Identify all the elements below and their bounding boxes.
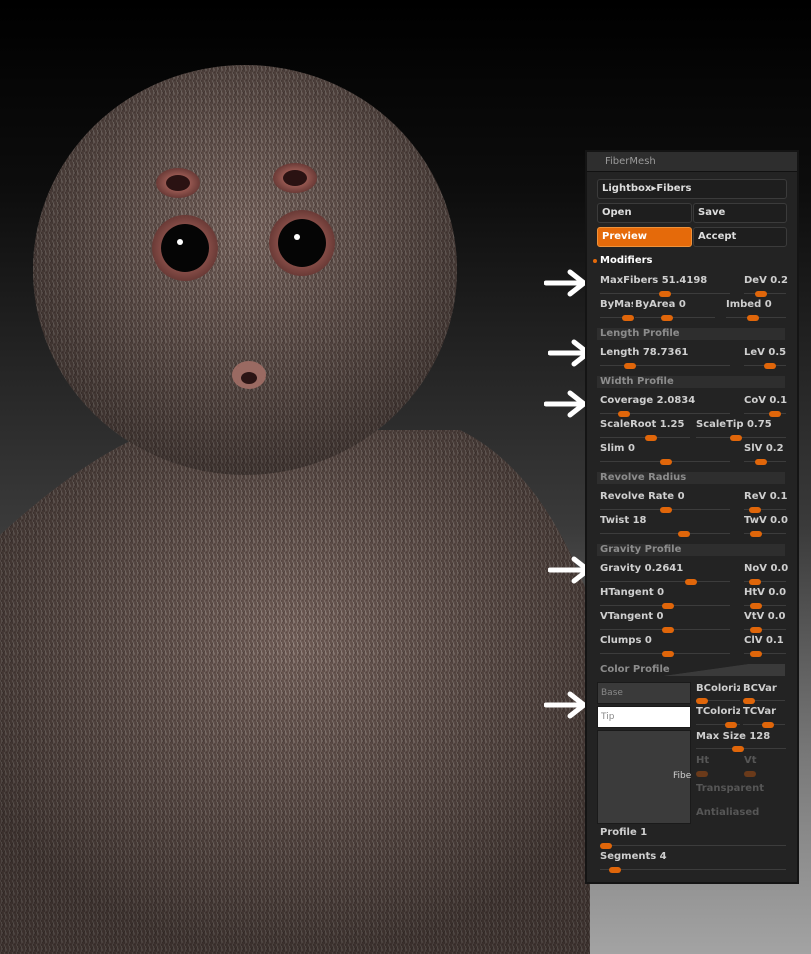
lev-slider-label[interactable]: LeV 0.5 <box>744 347 786 358</box>
accept-button[interactable]: Accept <box>693 227 787 247</box>
clv-slider-label[interactable]: ClV 0.1 <box>744 635 784 646</box>
dev-slider-label[interactable]: DeV 0.2 <box>744 275 788 286</box>
fibe-label: Fibe <box>673 771 692 781</box>
color-profile-header[interactable]: Color Profile <box>597 664 785 676</box>
slv-slider-label[interactable]: SlV 0.2 <box>744 443 784 454</box>
slv-slider-knob[interactable] <box>755 459 767 465</box>
htv-slider-label[interactable]: HtV 0.05 <box>744 587 786 598</box>
vt-label[interactable]: Vt <box>744 755 757 766</box>
nov-slider-label[interactable]: NoV 0.0 <box>744 563 788 574</box>
base-color-swatch[interactable]: Base <box>597 682 691 704</box>
length-profile-header[interactable]: Length Profile <box>597 328 785 340</box>
revolve-radius-header[interactable]: Revolve Radius <box>597 472 785 484</box>
tcvar-label[interactable]: TCVar <box>743 706 776 717</box>
antialiased-toggle[interactable]: Antialiased <box>696 807 759 818</box>
gravity-slider[interactable] <box>600 581 730 582</box>
rev-slider-label[interactable]: ReV 0.1 <box>744 491 787 502</box>
panel-title[interactable]: FiberMesh <box>587 152 797 172</box>
clumps-slider-label[interactable]: Clumps 0 <box>600 635 652 646</box>
open-button[interactable]: Open <box>597 203 692 223</box>
right-arrow-icon <box>544 269 587 297</box>
profile-slider-knob[interactable] <box>600 843 612 849</box>
vtangent-slider-knob[interactable] <box>662 627 674 633</box>
twist-slider-label[interactable]: Twist 18 <box>600 515 647 526</box>
segments-slider-label[interactable]: Segments 4 <box>600 851 667 862</box>
modifiers-header[interactable]: Modifiers <box>600 255 653 266</box>
width-profile-header[interactable]: Width Profile <box>597 376 785 388</box>
gravity-slider-label[interactable]: Gravity 0.2641 <box>600 563 683 574</box>
twv-slider-label[interactable]: TwV 0.0 <box>744 515 788 526</box>
bcolorize-slider-knob[interactable] <box>696 698 708 704</box>
vtv-slider-knob[interactable] <box>750 627 762 633</box>
ht-label[interactable]: Ht <box>696 755 709 766</box>
clumps-slider-knob[interactable] <box>662 651 674 657</box>
twv-slider-knob[interactable] <box>750 531 762 537</box>
vt-slider-knob[interactable] <box>744 771 756 777</box>
length-slider-label[interactable]: Length 78.7361 <box>600 347 688 358</box>
dev-slider-knob[interactable] <box>755 291 767 297</box>
bcolorize-label[interactable]: BColorize <box>696 683 740 694</box>
cov-slider-knob[interactable] <box>769 411 781 417</box>
scaleroot-slider-knob[interactable] <box>645 435 657 441</box>
cov-slider-label[interactable]: CoV 0.1 <box>744 395 787 406</box>
fibermesh-panel: FiberMesh Lightbox▸Fibers Open Save Prev… <box>585 150 799 884</box>
preview-button[interactable]: Preview <box>597 227 692 247</box>
clv-slider-knob[interactable] <box>750 651 762 657</box>
scaleroot-slider-label[interactable]: ScaleRoot 1.25 <box>600 419 684 430</box>
lev-slider-knob[interactable] <box>764 363 776 369</box>
slim-slider-knob[interactable] <box>660 459 672 465</box>
twist-slider[interactable] <box>600 533 730 534</box>
htangent-slider-label[interactable]: HTangent 0 <box>600 587 664 598</box>
twist-slider-knob[interactable] <box>678 531 690 537</box>
tcolorize-slider-knob[interactable] <box>725 722 737 728</box>
bcvar-slider-knob[interactable] <box>743 698 755 704</box>
gravity-profile-header[interactable]: Gravity Profile <box>597 544 785 556</box>
max-size-slider-label[interactable]: Max Size 128 <box>696 731 770 742</box>
color-profile-label: Color Profile <box>600 664 670 675</box>
byarea-slider-knob[interactable] <box>661 315 673 321</box>
bcvar-label[interactable]: BCVar <box>743 683 777 694</box>
coverage-slider-knob[interactable] <box>618 411 630 417</box>
profile-slider[interactable] <box>600 845 786 846</box>
revolve-rate-slider-label[interactable]: Revolve Rate 0 <box>600 491 685 502</box>
imbed-slider-label[interactable]: Imbed 0 <box>726 299 772 310</box>
transparent-toggle[interactable]: Transparent <box>696 783 764 794</box>
tip-color-swatch[interactable]: Tip <box>597 706 691 728</box>
right-arrow-icon <box>544 390 587 418</box>
length-slider-knob[interactable] <box>624 363 636 369</box>
nov-slider-knob[interactable] <box>749 579 761 585</box>
coverage-slider-label[interactable]: Coverage 2.0834 <box>600 395 695 406</box>
save-button[interactable]: Save <box>693 203 787 223</box>
maxfibers-slider-knob[interactable] <box>659 291 671 297</box>
htv-slider-knob[interactable] <box>750 603 762 609</box>
lightbox-fibers-button[interactable]: Lightbox▸Fibers <box>597 179 787 199</box>
vtangent-slider-label[interactable]: VTangent 0 <box>600 611 663 622</box>
gravity-slider-knob[interactable] <box>685 579 697 585</box>
imbed-slider-knob[interactable] <box>747 315 759 321</box>
right-arrow-icon <box>544 691 587 719</box>
profile-slider-label[interactable]: Profile 1 <box>600 827 647 838</box>
tcvar-slider-knob[interactable] <box>762 722 774 728</box>
tcolorize-label[interactable]: TColorize <box>696 706 740 717</box>
max-size-slider-knob[interactable] <box>732 746 744 752</box>
bymask-slider-knob[interactable] <box>622 315 634 321</box>
scaletip-slider-label[interactable]: ScaleTip 0.75 <box>696 419 772 430</box>
maxfibers-slider-label[interactable]: MaxFibers 51.4198 <box>600 275 707 286</box>
scaletip-slider-knob[interactable] <box>730 435 742 441</box>
segments-slider[interactable] <box>600 869 786 870</box>
rev-slider-knob[interactable] <box>749 507 761 513</box>
orange-dot-icon <box>593 259 597 263</box>
bymask-slider-label[interactable]: ByMask 2.0 <box>600 299 633 310</box>
slim-slider-label[interactable]: Slim 0 <box>600 443 635 454</box>
ht-slider-knob[interactable] <box>696 771 708 777</box>
revolve-rate-slider-knob[interactable] <box>660 507 672 513</box>
vtv-slider-label[interactable]: VtV 0.05 <box>744 611 786 622</box>
segments-slider-knob[interactable] <box>609 867 621 873</box>
length-slider[interactable] <box>600 365 730 366</box>
byarea-slider-label[interactable]: ByArea 0 <box>635 299 686 310</box>
htangent-slider-knob[interactable] <box>662 603 674 609</box>
byarea-slider[interactable] <box>635 317 715 318</box>
